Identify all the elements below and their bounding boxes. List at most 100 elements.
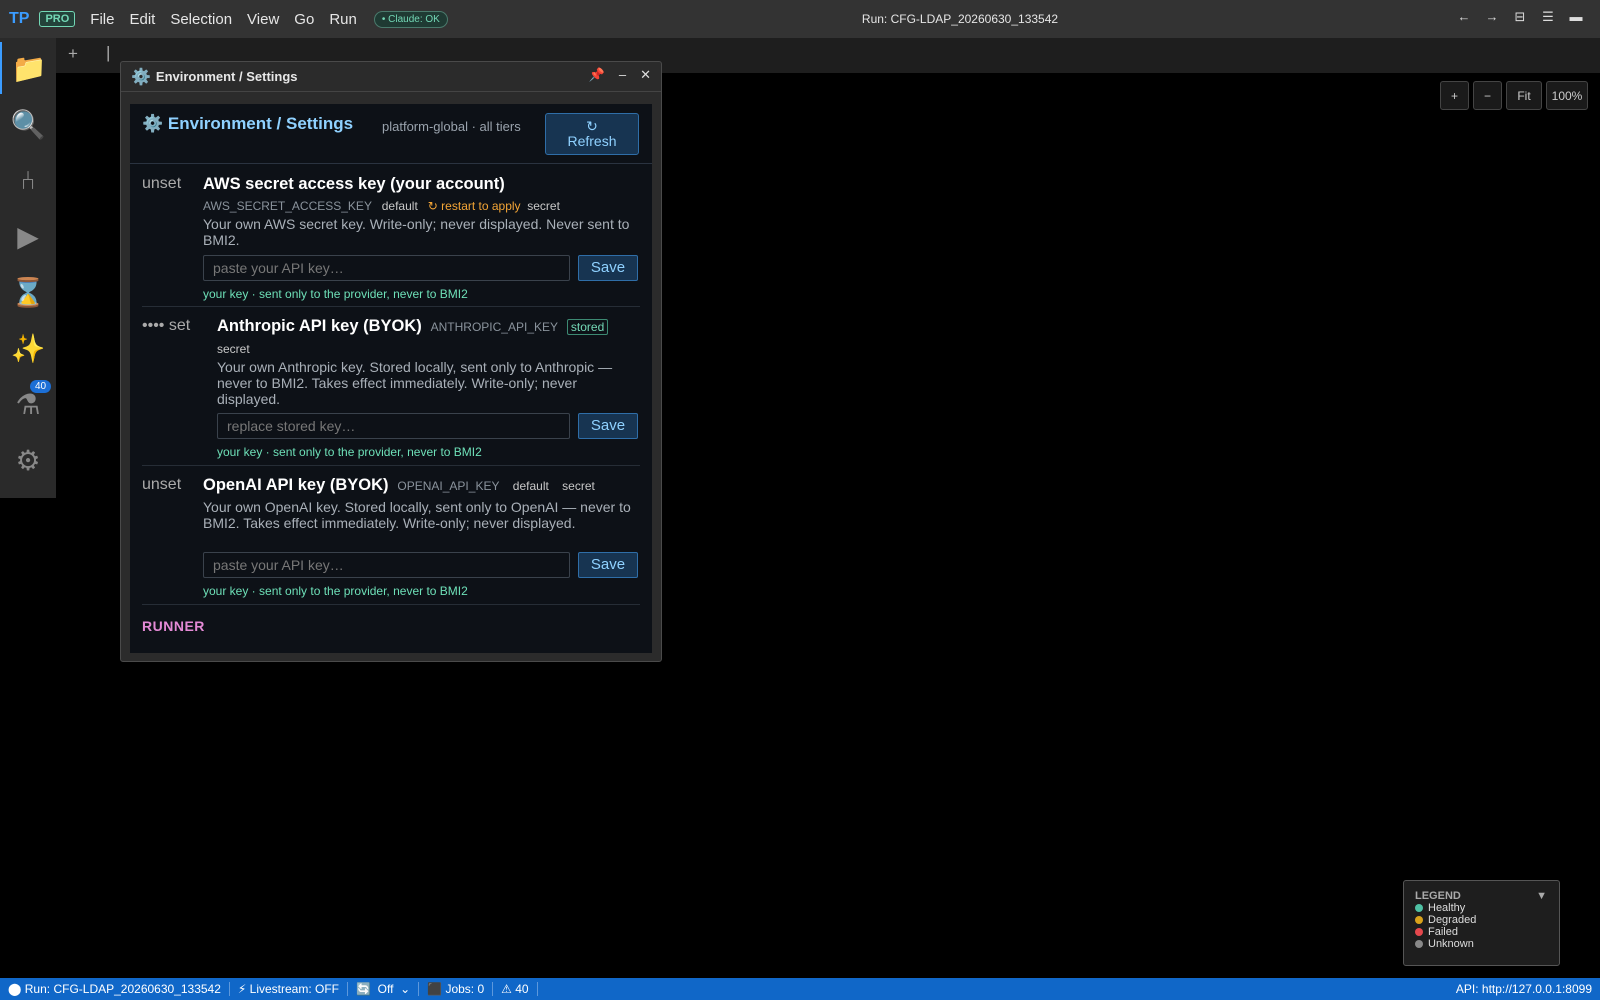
setting-description: Your own Anthropic key. Stored locally, … [217, 359, 613, 407]
run-play-icon[interactable]: ▶ [0, 210, 56, 262]
menu-go[interactable]: Go [294, 11, 314, 28]
source-control-icon[interactable]: ⑃ [0, 154, 56, 206]
zoom-in-button[interactable]: + [1440, 81, 1469, 110]
api-key-input[interactable]: paste your API key… [203, 552, 570, 578]
setting-title: Anthropic API key (BYOK) [217, 317, 422, 335]
legend-item: Failed [1415, 926, 1548, 938]
refresh-button[interactable]: ↻ Refresh [545, 113, 639, 155]
setting-source: default [381, 199, 418, 213]
setting-content: Anthropic API key (BYOK) ANTHROPIC_API_K… [217, 317, 640, 407]
legend-label: Failed [1428, 926, 1458, 938]
setting-title: AWS secret access key (your account) [203, 175, 505, 193]
zoom-fit-button[interactable]: Fit [1506, 81, 1542, 110]
setting-status: •••• set [142, 317, 191, 334]
env-var-name: OPENAI_API_KEY [397, 479, 500, 493]
legend: LEGEND ▼ Healthy Degraded Failed Unknown [1403, 880, 1560, 966]
api-key-input[interactable]: replace stored key… [217, 413, 570, 439]
flask-icon[interactable]: ⚗ 40 [0, 378, 56, 430]
sparkles-icon[interactable]: ✨ [0, 322, 56, 374]
zoom-level-button[interactable]: 100% [1546, 81, 1588, 110]
flask-count-badge: 40 [30, 380, 52, 393]
setting-meta: AWS_SECRET_ACCESS_KEY default ↻ restart … [203, 199, 640, 213]
legend-label: Degraded [1428, 914, 1477, 926]
degraded-dot-icon [1415, 916, 1423, 924]
setting-status: unset [142, 175, 182, 192]
minimize-icon[interactable]: – [619, 67, 626, 83]
healthy-dot-icon [1415, 904, 1423, 912]
unknown-dot-icon [1415, 940, 1423, 948]
gear-icon[interactable]: ⚙ [0, 434, 56, 486]
legend-item: Healthy [1415, 902, 1548, 914]
settings-body: ⚙️ Environment / Settings platform-globa… [130, 104, 652, 653]
save-button[interactable]: Save [578, 413, 638, 439]
setting-kind: secret [527, 199, 560, 213]
panel-toggle-icon[interactable]: ▬ [1562, 9, 1590, 25]
gear-icon: ⚙️ [131, 68, 151, 86]
chevron-down-icon: ⌄ [396, 982, 411, 996]
menu-file[interactable]: File [90, 11, 114, 28]
pro-badge: PRO [39, 11, 76, 27]
zoom-out-button[interactable]: − [1473, 81, 1502, 110]
status-bar: ⬤ Run: CFG-LDAP_20260630_133542 ⚡ Livest… [0, 978, 1600, 1000]
stored-badge: stored [566, 319, 609, 335]
setting-anthropic-key: •••• set Anthropic API key (BYOK) ANTHRO… [142, 307, 640, 466]
search-icon[interactable]: 🔍 [0, 98, 56, 150]
legend-item: Unknown [1415, 938, 1548, 950]
refresh-icon: ↻ [586, 118, 598, 134]
api-key-input[interactable]: paste your API key… [203, 255, 570, 281]
panel-titlebar[interactable]: ⚙️ Environment / Settings 📌 – ✕ [121, 62, 661, 92]
legend-title: LEGEND [1415, 890, 1461, 902]
setting-openai-key: unset OpenAI API key (BYOK) OPENAI_API_K… [142, 466, 640, 605]
panel-window-title: Environment / Settings [155, 69, 298, 84]
menu-selection[interactable]: Selection [170, 11, 232, 28]
split-layout-icon[interactable]: ⊟ [1506, 9, 1534, 25]
setting-status: unset [142, 476, 182, 493]
explorer-folder-icon[interactable]: 📁 [0, 42, 56, 94]
claude-status-pill[interactable]: • Claude: OK [373, 10, 448, 28]
close-icon[interactable]: ✕ [640, 67, 651, 83]
setting-kind: secret [562, 479, 595, 493]
failed-dot-icon [1415, 928, 1423, 936]
status-jobs[interactable]: ⬛ Jobs: 0 [419, 982, 494, 996]
app-logo: TP [9, 10, 30, 27]
title-controls: ← → ⊟ ☰ ▬ [1450, 9, 1590, 25]
menu-run[interactable]: Run [329, 11, 357, 28]
setting-content: OpenAI API key (BYOK) OPENAI_API_KEY def… [203, 476, 640, 531]
settings-heading: ⚙️ Environment / Settings [142, 114, 362, 133]
status-refresh-mode[interactable]: 🔄 Off ⌄ [348, 982, 420, 996]
status-api-endpoint: API: http://127.0.0.1:8099 [1455, 982, 1592, 996]
key-privacy-hint: your key · sent only to the provider, ne… [203, 584, 468, 598]
setting-aws-secret-key: unset AWS secret access key (your accoun… [142, 164, 640, 307]
menu-view[interactable]: View [247, 11, 279, 28]
key-privacy-hint: your key · sent only to the provider, ne… [203, 287, 468, 301]
save-button[interactable]: Save [578, 255, 638, 281]
runner-section-heading: RUNNER [142, 618, 205, 634]
forward-arrow-icon[interactable]: → [1478, 9, 1506, 25]
pin-icon[interactable]: 📌 [589, 67, 605, 83]
refresh-icon: 🔄 [356, 982, 371, 996]
gear-icon: ⚙️ [142, 114, 164, 133]
setting-title-row: Anthropic API key (BYOK) ANTHROPIC_API_K… [217, 317, 640, 336]
legend-collapse-icon[interactable]: ▼ [1536, 890, 1547, 902]
refresh-mode-select[interactable]: Off [378, 982, 394, 996]
zoom-controls: + − Fit 100% [1440, 81, 1588, 110]
tab-separator: | [106, 43, 111, 62]
legend-item: Degraded [1415, 914, 1548, 926]
status-run[interactable]: ⬤ Run: CFG-LDAP_20260630_133542 [0, 982, 230, 996]
hourglass-icon[interactable]: ⌛ [0, 266, 56, 318]
save-button[interactable]: Save [578, 552, 638, 578]
setting-description: Your own OpenAI key. Stored locally, sen… [203, 499, 631, 531]
back-arrow-icon[interactable]: ← [1450, 9, 1478, 25]
settings-scope: platform-global · all tiers [382, 119, 521, 134]
activity-bar: 📁 🔍 ⑃ ▶ ⌛ ✨ ⚗ 40 ⚙ [0, 38, 56, 498]
status-warnings[interactable]: ⚠ 40 [493, 982, 538, 996]
status-livestream[interactable]: ⚡ Livestream: OFF [230, 982, 349, 996]
setting-title: OpenAI API key (BYOK) [203, 476, 389, 494]
new-tab-plus-icon[interactable]: + [68, 44, 78, 64]
setting-kind: secret [217, 342, 250, 356]
menu-edit[interactable]: Edit [129, 11, 155, 28]
settings-heading-text: Environment / Settings [167, 114, 354, 133]
setting-content: AWS secret access key (your account) AWS… [203, 175, 640, 248]
menu-icon[interactable]: ☰ [1534, 9, 1562, 25]
window-title: Run: CFG-LDAP_20260630_133542 [861, 12, 1059, 26]
